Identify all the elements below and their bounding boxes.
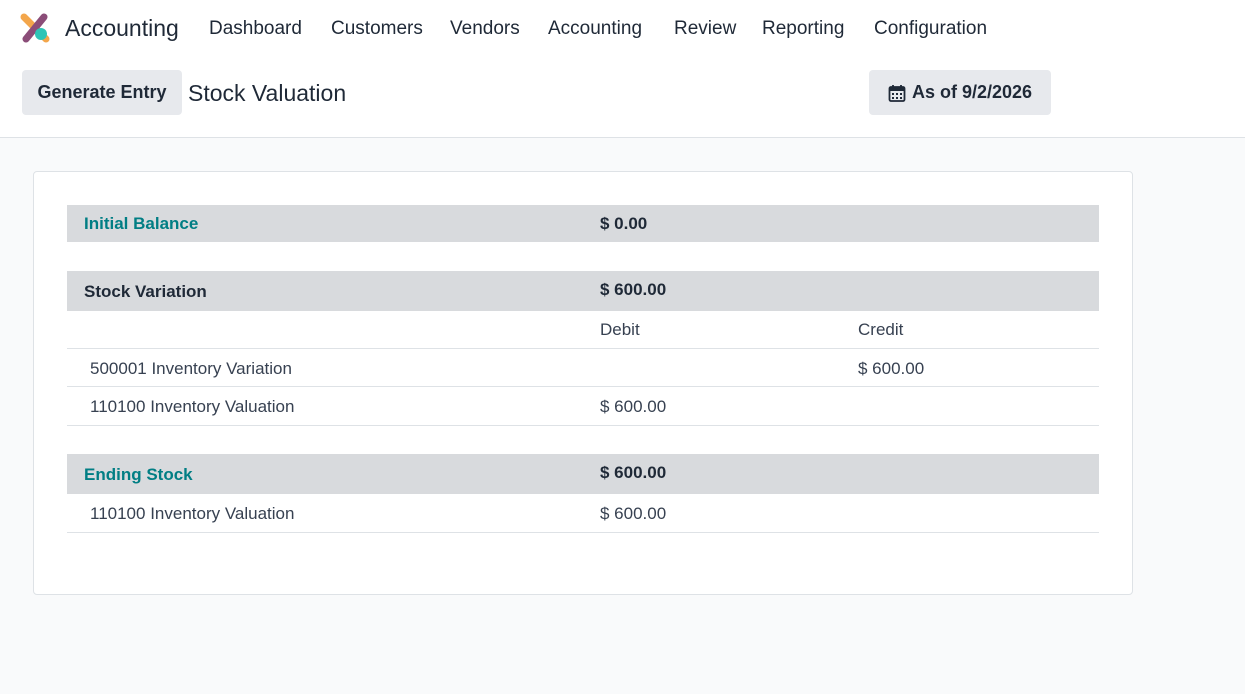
menu-vendors[interactable]: Vendors [450, 18, 520, 40]
debit-amount: $ 600.00 [600, 504, 667, 523]
accounting-app-icon[interactable] [20, 13, 50, 43]
date-filter-button[interactable]: As of 9/2/2026 [869, 70, 1051, 115]
menu-customers[interactable]: Customers [331, 18, 423, 40]
valuation-report-card: Initial Balance $ 0.00 Stock Variation $… [33, 171, 1133, 595]
top-bar: Accounting Dashboard Customers Vendors A… [0, 0, 1245, 138]
page-title: Stock Valuation [188, 80, 347, 106]
main-navbar: Accounting Dashboard Customers Vendors A… [0, 0, 1245, 58]
ending-stock-label[interactable]: Ending Stock [84, 465, 193, 485]
ending-stock-row: Ending Stock $ 600.00 [67, 454, 1099, 494]
account-name: 110100 Inventory Valuation [90, 397, 295, 416]
ending-stock-value: $ 600.00 [600, 463, 667, 482]
credit-header: Credit [858, 320, 904, 339]
initial-balance-label[interactable]: Initial Balance [84, 214, 198, 234]
credit-amount: $ 600.00 [858, 359, 925, 378]
table-row: 500001 Inventory Variation $ 600.00 [67, 349, 1099, 387]
calendar-icon [888, 84, 906, 102]
app-name[interactable]: Accounting [65, 15, 179, 42]
account-name: 110100 Inventory Valuation [90, 504, 295, 523]
menu-review[interactable]: Review [674, 18, 736, 40]
generate-entry-button[interactable]: Generate Entry [22, 70, 182, 115]
menu-configuration[interactable]: Configuration [874, 18, 987, 40]
date-filter-label: As of 9/2/2026 [911, 82, 1033, 102]
stock-variation-label: Stock Variation [84, 282, 207, 301]
stock-variation-row: Stock Variation $ 600.00 [67, 271, 1099, 311]
variation-header-row: Debit Credit [67, 311, 1099, 349]
initial-balance-row: Initial Balance $ 0.00 [67, 205, 1099, 242]
initial-balance-value: $ 0.00 [600, 214, 648, 233]
debit-header: Debit [600, 320, 640, 339]
table-row: 110100 Inventory Valuation $ 600.00 [67, 494, 1099, 533]
menu-dashboard[interactable]: Dashboard [209, 18, 302, 40]
table-row: 110100 Inventory Valuation $ 600.00 [67, 387, 1099, 426]
debit-amount: $ 600.00 [600, 397, 667, 416]
account-name: 500001 Inventory Variation [90, 359, 292, 378]
stock-variation-value: $ 600.00 [600, 280, 667, 299]
menu-accounting[interactable]: Accounting [548, 18, 642, 40]
menu-reporting[interactable]: Reporting [762, 18, 844, 40]
